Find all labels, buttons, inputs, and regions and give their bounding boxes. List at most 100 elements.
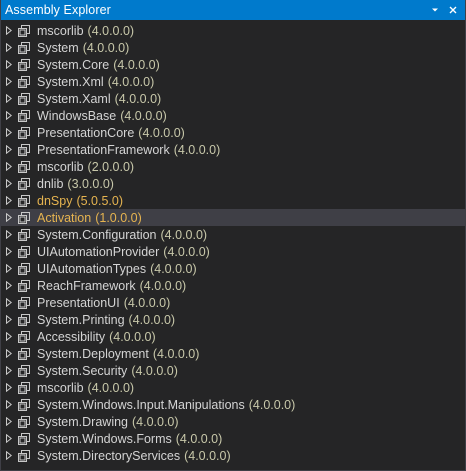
assembly-icon	[16, 74, 32, 90]
expand-arrow-icon[interactable]	[4, 413, 14, 430]
assembly-version: (4.0.0.0)	[128, 312, 176, 327]
assembly-version: (2.0.0.0)	[87, 159, 135, 174]
assembly-row[interactable]: mscorlib (4.0.0.0)	[1, 22, 465, 39]
assembly-version: (4.0.0.0)	[132, 414, 179, 429]
assembly-icon	[16, 91, 32, 107]
assembly-name: System.Xaml	[37, 91, 111, 106]
assembly-row[interactable]: System.Security (4.0.0.0)	[1, 362, 465, 379]
expand-arrow-icon[interactable]	[4, 22, 14, 39]
expand-arrow-icon[interactable]	[4, 141, 14, 158]
assembly-row[interactable]: System.DirectoryServices (4.0.0.0)	[1, 447, 465, 464]
assembly-version: (4.0.0.0)	[109, 329, 156, 344]
assembly-row[interactable]: UIAutomationProvider (4.0.0.0)	[1, 243, 465, 260]
assembly-row[interactable]: dnSpy (5.0.5.0)	[1, 192, 465, 209]
expand-arrow-icon[interactable]	[4, 277, 14, 294]
expand-arrow-icon[interactable]	[4, 447, 14, 464]
expand-arrow-icon[interactable]	[4, 379, 14, 396]
expand-arrow-icon[interactable]	[4, 175, 14, 192]
assembly-row[interactable]: System.Xaml (4.0.0.0)	[1, 90, 465, 107]
expand-arrow-icon[interactable]	[4, 39, 14, 56]
assembly-icon	[16, 397, 32, 413]
assembly-name: System.Printing	[37, 312, 125, 327]
assembly-row[interactable]: UIAutomationTypes (4.0.0.0)	[1, 260, 465, 277]
assembly-name: mscorlib	[37, 159, 84, 174]
assembly-row[interactable]: WindowsBase (4.0.0.0)	[1, 107, 465, 124]
assembly-name: System.Configuration	[37, 227, 157, 242]
titlebar-buttons	[429, 0, 459, 20]
panel-title: Assembly Explorer	[5, 3, 111, 17]
expand-arrow-icon[interactable]	[4, 90, 14, 107]
assembly-row[interactable]: System.Printing (4.0.0.0)	[1, 311, 465, 328]
assembly-row[interactable]: mscorlib (4.0.0.0)	[1, 379, 465, 396]
assembly-row[interactable]: System (4.0.0.0)	[1, 39, 465, 56]
assembly-name: System.Drawing	[37, 414, 128, 429]
assembly-row[interactable]: System.Windows.Input.Manipulations (4.0.0…	[1, 396, 465, 413]
assembly-row[interactable]: dnlib (3.0.0.0)	[1, 175, 465, 192]
close-icon[interactable]	[447, 4, 459, 16]
assembly-name: System.Windows.Forms	[37, 431, 172, 446]
assembly-row[interactable]: System.Core (4.0.0.0)	[1, 56, 465, 73]
expand-arrow-icon[interactable]	[4, 209, 14, 226]
assembly-version: (4.0.0.0)	[138, 125, 185, 140]
expand-arrow-icon[interactable]	[4, 226, 14, 243]
assembly-row[interactable]: PresentationCore (4.0.0.0)	[1, 124, 465, 141]
assembly-icon	[16, 329, 32, 345]
assembly-name: System	[37, 40, 79, 55]
assembly-version: (4.0.0.0)	[152, 346, 200, 361]
expand-arrow-icon[interactable]	[4, 345, 14, 362]
assembly-name: dnSpy	[37, 193, 73, 208]
assembly-icon	[16, 227, 32, 243]
assembly-icon	[16, 414, 32, 430]
expand-arrow-icon[interactable]	[4, 430, 14, 447]
expand-arrow-icon[interactable]	[4, 158, 14, 175]
assembly-version: (4.0.0.0)	[139, 278, 187, 293]
assembly-tree[interactable]: mscorlib (4.0.0.0) System (4.0.0.0) System.C…	[1, 20, 465, 464]
assembly-row[interactable]: PresentationUI (4.0.0.0)	[1, 294, 465, 311]
assembly-icon	[16, 210, 32, 226]
assembly-row[interactable]: System.Xml (4.0.0.0)	[1, 73, 465, 90]
panel-titlebar: Assembly Explorer	[1, 0, 465, 20]
expand-arrow-icon[interactable]	[4, 260, 14, 277]
assembly-name: mscorlib	[37, 23, 84, 38]
assembly-icon	[16, 346, 32, 362]
assembly-row[interactable]: System.Drawing (4.0.0.0)	[1, 413, 465, 430]
assembly-row[interactable]: Activation (1.0.0.0)	[1, 209, 465, 226]
expand-arrow-icon[interactable]	[4, 107, 14, 124]
expand-arrow-icon[interactable]	[4, 56, 14, 73]
assembly-name: ReachFramework	[37, 278, 136, 293]
expand-arrow-icon[interactable]	[4, 396, 14, 413]
assembly-icon	[16, 312, 32, 328]
assembly-icon	[16, 23, 32, 39]
assembly-name: Accessibility	[37, 329, 106, 344]
expand-arrow-icon[interactable]	[4, 124, 14, 141]
expand-arrow-icon[interactable]	[4, 328, 14, 345]
assembly-icon	[16, 261, 32, 277]
assembly-version: (4.0.0.0)	[150, 261, 197, 276]
assembly-row[interactable]: System.Configuration (4.0.0.0)	[1, 226, 465, 243]
assembly-row[interactable]: ReachFramework (4.0.0.0)	[1, 277, 465, 294]
expand-arrow-icon[interactable]	[4, 294, 14, 311]
assembly-version: (3.0.0.0)	[67, 176, 114, 191]
expand-arrow-icon[interactable]	[4, 192, 14, 209]
assembly-icon	[16, 40, 32, 56]
assembly-name: System.DirectoryServices	[37, 448, 181, 463]
assembly-version: (4.0.0.0)	[107, 74, 155, 89]
expand-arrow-icon[interactable]	[4, 311, 14, 328]
assembly-icon	[16, 431, 32, 447]
expand-arrow-icon[interactable]	[4, 73, 14, 90]
expand-arrow-icon[interactable]	[4, 362, 14, 379]
assembly-row[interactable]: System.Deployment (4.0.0.0)	[1, 345, 465, 362]
assembly-row[interactable]: PresentationFramework (4.0.0.0)	[1, 141, 465, 158]
assembly-name: WindowsBase	[37, 108, 117, 123]
assembly-icon	[16, 244, 32, 260]
assembly-icon	[16, 295, 32, 311]
expand-arrow-icon[interactable]	[4, 243, 14, 260]
assembly-version: (4.0.0.0)	[184, 448, 231, 463]
assembly-name: System.Deployment	[37, 346, 149, 361]
assembly-row[interactable]: System.Windows.Forms (4.0.0.0)	[1, 430, 465, 447]
assembly-version: (4.0.0.0)	[248, 397, 296, 412]
assembly-row[interactable]: mscorlib (2.0.0.0)	[1, 158, 465, 175]
assembly-name: System.Windows.Input.Manipulations	[37, 397, 245, 412]
chevron-down-icon[interactable]	[429, 4, 441, 16]
assembly-row[interactable]: Accessibility (4.0.0.0)	[1, 328, 465, 345]
